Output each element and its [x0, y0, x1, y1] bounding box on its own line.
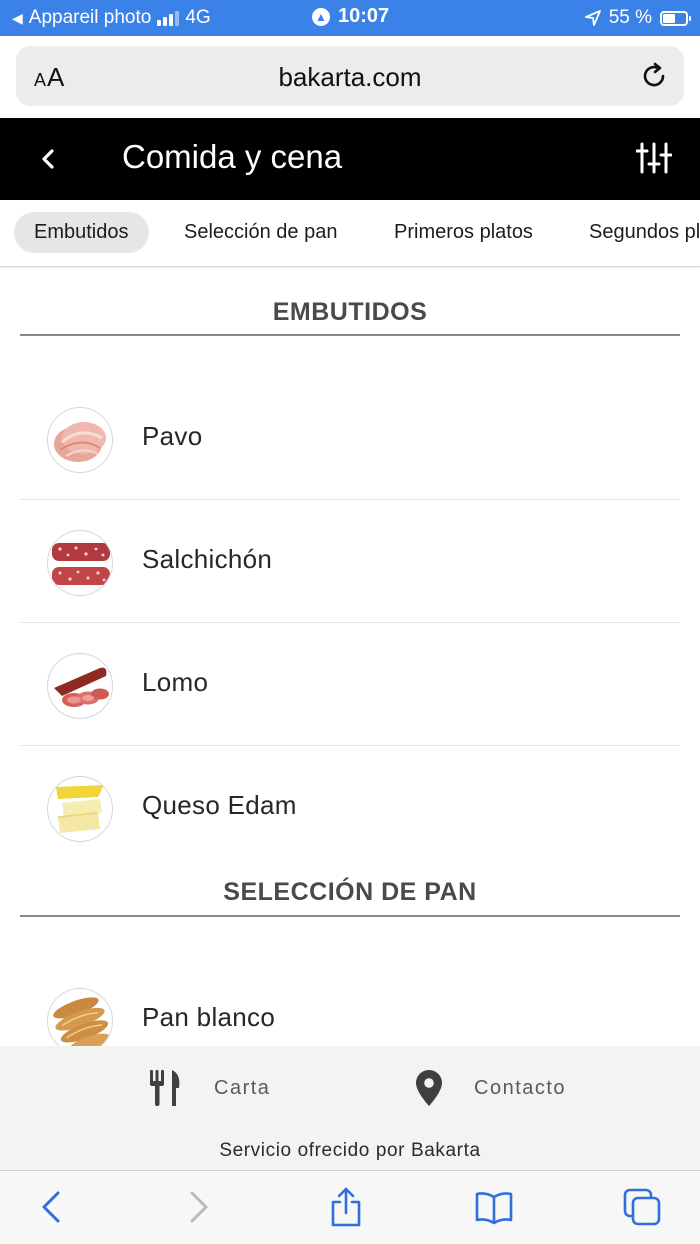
page-title: Comida y cena: [122, 138, 343, 175]
tab-primeros-platos[interactable]: Primeros platos: [374, 212, 553, 253]
browser-toolbar: [0, 1170, 700, 1244]
navigation-active-icon: ▲: [312, 7, 330, 26]
item-name: Pan blanco: [142, 1002, 276, 1032]
section-divider: [20, 334, 680, 336]
url-text[interactable]: bakarta.com: [16, 62, 684, 93]
salami-slices-image: [47, 530, 113, 596]
tab-embutidos[interactable]: Embutidos: [14, 212, 149, 253]
battery-percent: 55 %: [608, 7, 652, 28]
status-bar: ◀ Appareil photo 4G ▲ 10:07 55 %: [0, 0, 700, 36]
section-title-embutidos: EMBUTIDOS: [272, 298, 428, 326]
tab-segundos-platos[interactable]: Segundos platos: [569, 212, 700, 253]
bread-rolls-image: [47, 988, 113, 1046]
browser-forward-icon[interactable]: [178, 1187, 218, 1227]
section-divider: [20, 915, 680, 917]
footer-link-carta[interactable]: Carta: [148, 1068, 270, 1108]
footer-link-contacto[interactable]: Contacto: [416, 1068, 566, 1108]
address-bar[interactable]: AA bakarta.com: [16, 46, 684, 106]
turkey-slices-image: [47, 407, 113, 473]
tab-seleccion-de-pan[interactable]: Selección de pan: [164, 212, 357, 253]
menu-content: EMBUTIDOS Pavo Salchichón Lomo Queso Eda…: [0, 268, 700, 1046]
back-to-app[interactable]: ◀ Appareil photo 4G: [12, 7, 211, 29]
back-app-label: Appareil photo: [28, 7, 152, 28]
map-pin-icon: [416, 1070, 442, 1106]
footer-contacto-label: Contacto: [474, 1076, 567, 1099]
back-chevron-icon[interactable]: [34, 144, 62, 174]
menu-item-lomo[interactable]: Lomo: [20, 623, 680, 746]
address-bar-area: AA bakarta.com: [0, 36, 700, 118]
reload-icon[interactable]: [638, 60, 670, 92]
item-name: Salchichón: [142, 544, 273, 574]
menu-item-pavo[interactable]: Pavo: [20, 377, 680, 500]
footer-carta-label: Carta: [214, 1076, 271, 1099]
cured-loin-image: [47, 653, 113, 719]
signal-icon: [157, 10, 180, 26]
menu-item-queso-edam[interactable]: Queso Edam: [20, 746, 680, 869]
cutlery-icon: [150, 1070, 180, 1106]
item-name: Lomo: [142, 667, 209, 697]
status-center: ▲ 10:07: [312, 5, 389, 28]
screen: ◀ Appareil photo 4G ▲ 10:07 55 % AA baka…: [0, 0, 700, 1244]
battery-icon: [660, 10, 691, 26]
menu-item-salchichon[interactable]: Salchichón: [20, 500, 680, 623]
item-name: Queso Edam: [142, 790, 297, 820]
location-arrow-icon: [584, 10, 601, 26]
category-tabs: Embutidos Selección de pan Primeros plat…: [0, 200, 700, 267]
share-icon[interactable]: [326, 1187, 366, 1227]
status-time: 10:07: [338, 5, 390, 27]
item-name: Pavo: [142, 421, 203, 451]
tabs-icon[interactable]: [622, 1187, 662, 1227]
browser-back-icon[interactable]: [32, 1187, 72, 1227]
filter-sliders-icon[interactable]: [636, 140, 672, 176]
network-label: 4G: [185, 7, 211, 28]
site-footer: Carta Contacto Servicio ofrecido por Bak…: [0, 1046, 700, 1170]
cheese-slices-image: [47, 776, 113, 842]
page-header: Comida y cena: [0, 118, 700, 200]
bookmarks-icon[interactable]: [474, 1187, 514, 1227]
section-title-seleccion-de-pan: SELECCIÓN DE PAN: [223, 878, 477, 906]
menu-item-pan-blanco[interactable]: Pan blanco: [20, 958, 680, 1046]
footer-credit: Servicio ofrecido por Bakarta: [219, 1140, 481, 1161]
status-right: 55 %: [584, 7, 691, 29]
back-triangle-icon: ◀: [12, 9, 23, 26]
